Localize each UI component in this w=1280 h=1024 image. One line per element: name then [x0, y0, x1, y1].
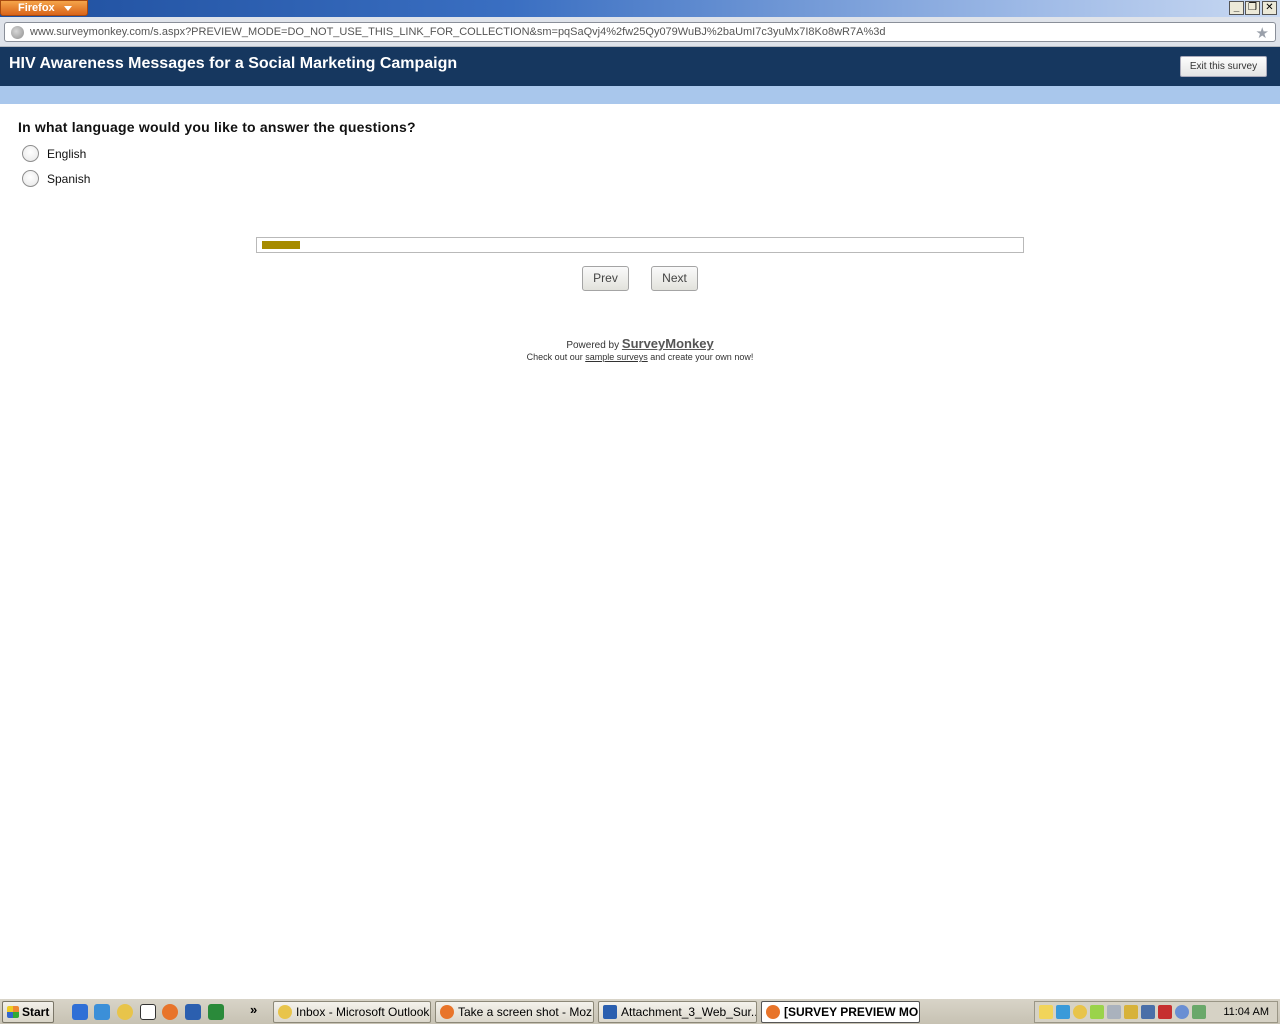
windows-taskbar: Start » Inbox - Microsoft Outlook Take a…: [0, 998, 1280, 1024]
clock[interactable]: 11:04 AM: [1223, 1006, 1269, 1018]
lock-icon[interactable]: [1124, 1005, 1138, 1019]
bookmark-star-icon[interactable]: ★: [1256, 24, 1269, 42]
antivirus-icon[interactable]: [1158, 1005, 1172, 1019]
word-icon: [603, 1005, 617, 1019]
firefox-quick-icon[interactable]: [162, 1004, 178, 1020]
task-label: [SURVEY PREVIEW MO...: [784, 1005, 920, 1019]
task-label: Attachment_3_Web_Sur...: [621, 1005, 757, 1019]
start-button[interactable]: Start: [2, 1001, 54, 1023]
network-icon[interactable]: [1056, 1005, 1070, 1019]
checkout-line: Check out our sample surveys and create …: [0, 352, 1280, 362]
task-label: Inbox - Microsoft Outlook: [296, 1005, 430, 1019]
sync-icon[interactable]: [1192, 1005, 1206, 1019]
monitor-icon[interactable]: [1141, 1005, 1155, 1019]
show-desktop-icon[interactable]: [140, 1004, 156, 1020]
address-bar[interactable]: www.surveymonkey.com/s.aspx?PREVIEW_MODE…: [4, 22, 1276, 42]
firefox-icon: [766, 1005, 780, 1019]
checkout-suffix: and create your own now!: [650, 352, 754, 362]
outlook-tray-icon[interactable]: [1073, 1005, 1087, 1019]
task-firefox-screenshot[interactable]: Take a screen shot - Moz...: [435, 1001, 594, 1023]
task-word-attachment[interactable]: Attachment_3_Web_Sur...: [598, 1001, 757, 1023]
radio-english[interactable]: [22, 145, 39, 162]
system-tray: 11:04 AM: [1034, 1001, 1278, 1023]
navigation-toolbar: www.surveymonkey.com/s.aspx?PREVIEW_MODE…: [0, 17, 1280, 47]
exit-survey-button[interactable]: Exit this survey: [1180, 56, 1267, 77]
window-title-bar: Firefox _ ❐ ✕: [0, 0, 1280, 17]
word-quick-icon[interactable]: [185, 1004, 201, 1020]
internet-explorer-icon[interactable]: [72, 1004, 88, 1020]
task-label: Take a screen shot - Moz...: [458, 1005, 594, 1019]
header-stripe: [0, 86, 1280, 104]
question-text: In what language would you like to answe…: [18, 119, 416, 135]
task-outlook[interactable]: Inbox - Microsoft Outlook: [273, 1001, 431, 1023]
restore-button[interactable]: ❐: [1245, 1, 1260, 15]
survey-header: HIV Awareness Messages for a Social Mark…: [0, 47, 1280, 86]
windows-logo-icon: [7, 1006, 19, 1018]
radio-spanish[interactable]: [22, 170, 39, 187]
quick-launch-overflow-icon[interactable]: »: [250, 1002, 257, 1017]
progress-fill: [262, 241, 300, 249]
excel-quick-icon[interactable]: [208, 1004, 224, 1020]
outlook-quick-icon[interactable]: [117, 1004, 133, 1020]
mail-icon[interactable]: [1039, 1005, 1053, 1019]
minimize-button[interactable]: _: [1229, 1, 1244, 15]
surveymonkey-link[interactable]: SurveyMonkey: [622, 336, 714, 351]
option-label[interactable]: Spanish: [47, 172, 90, 186]
progress-bar: [256, 237, 1024, 253]
powered-by: Powered by SurveyMonkey: [0, 336, 1280, 351]
next-button[interactable]: Next: [651, 266, 698, 291]
survey-title: HIV Awareness Messages for a Social Mark…: [9, 55, 458, 72]
users-icon[interactable]: [1175, 1005, 1189, 1019]
start-label: Start: [22, 1005, 50, 1019]
sample-surveys-link[interactable]: sample surveys: [585, 352, 648, 362]
note-icon[interactable]: [1090, 1005, 1104, 1019]
firefox-menu-button[interactable]: Firefox: [0, 0, 88, 16]
powered-by-label: Powered by: [566, 340, 620, 351]
url-text[interactable]: www.surveymonkey.com/s.aspx?PREVIEW_MODE…: [30, 26, 885, 38]
server-icon[interactable]: [1107, 1005, 1121, 1019]
close-window-button[interactable]: ✕: [1262, 1, 1277, 15]
dropdown-arrow-icon: [64, 6, 72, 11]
option-label[interactable]: English: [47, 147, 86, 161]
outlook-icon: [278, 1005, 292, 1019]
firefox-menu-label: Firefox: [18, 2, 55, 14]
site-identity-icon[interactable]: [11, 26, 24, 39]
firefox-icon: [440, 1005, 454, 1019]
task-survey-preview[interactable]: [SURVEY PREVIEW MO...: [761, 1001, 920, 1023]
prev-button[interactable]: Prev: [582, 266, 629, 291]
ie-refresh-icon[interactable]: [94, 1004, 110, 1020]
checkout-prefix: Check out our: [526, 352, 583, 362]
